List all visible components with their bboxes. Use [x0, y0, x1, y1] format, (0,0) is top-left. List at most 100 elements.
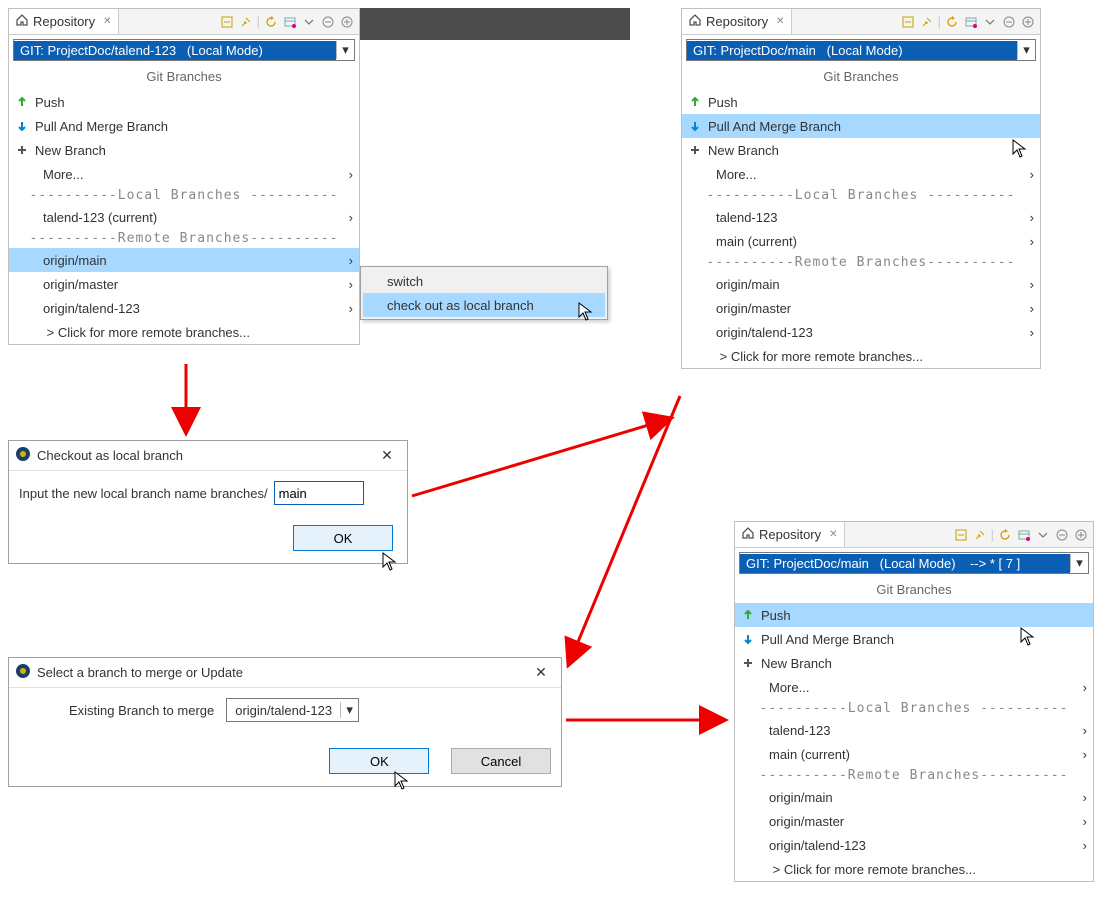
more-remote-branches[interactable]: > Click for more remote branches...: [735, 857, 1093, 881]
home-icon: [688, 13, 702, 30]
tab-bar: Repository ✕ |: [682, 9, 1040, 35]
chevron-right-icon: ›: [1083, 790, 1087, 805]
branch-name-input[interactable]: [274, 481, 364, 505]
local-branch-item[interactable]: main (current)›: [682, 229, 1040, 253]
submenu-switch[interactable]: switch: [363, 269, 605, 293]
remote-branch-item[interactable]: origin/master›: [735, 809, 1093, 833]
repository-tab[interactable]: Repository ✕: [682, 9, 792, 34]
local-branch-item[interactable]: talend-123 (current) ›: [9, 205, 359, 229]
repository-panel-2: Repository ✕ | GIT: ProjectDoc/main (Loc…: [681, 8, 1041, 369]
chevron-down-icon[interactable]: ▾: [1070, 554, 1088, 572]
local-branch-item[interactable]: main (current)›: [735, 742, 1093, 766]
list-icon[interactable]: [1016, 527, 1032, 543]
new-branch-action[interactable]: New Branch: [682, 138, 1040, 162]
push-action[interactable]: Push: [9, 90, 359, 114]
branch-select[interactable]: origin/talend-123 ▾: [226, 698, 359, 722]
cancel-button[interactable]: Cancel: [451, 748, 551, 774]
branch-label: origin/talend-123: [769, 838, 1077, 853]
repository-panel-1: Repository ✕ | GIT: ProjectDoc/talend-12…: [8, 8, 360, 345]
app-icon: [15, 663, 31, 682]
home-icon: [741, 526, 755, 543]
maximize-icon[interactable]: [339, 14, 355, 30]
collapse-icon[interactable]: [219, 14, 235, 30]
more-label: More...: [716, 167, 1024, 182]
remote-branch-item[interactable]: origin/talend-123›: [682, 320, 1040, 344]
more-action[interactable]: More... ›: [735, 675, 1093, 699]
local-branch-item[interactable]: talend-123›: [682, 205, 1040, 229]
more-action[interactable]: More... ›: [682, 162, 1040, 186]
link-icon[interactable]: [919, 14, 935, 30]
repository-tab[interactable]: Repository ✕: [9, 9, 119, 34]
close-icon[interactable]: ✕: [373, 447, 401, 464]
link-icon[interactable]: [972, 527, 988, 543]
refresh-icon[interactable]: [997, 527, 1013, 543]
submenu-checkout-label: check out as local branch: [387, 298, 534, 313]
new-branch-action[interactable]: New Branch: [735, 651, 1093, 675]
minimize-icon[interactable]: [320, 14, 336, 30]
repository-panel-3: Repository ✕ | GIT: ProjectDoc/main (Loc…: [734, 521, 1094, 882]
project-selector[interactable]: GIT: ProjectDoc/main (Local Mode) --> * …: [739, 552, 1089, 574]
collapse-icon[interactable]: [900, 14, 916, 30]
refresh-icon[interactable]: [263, 14, 279, 30]
ok-button[interactable]: OK: [293, 525, 393, 551]
branch-label: origin/main: [716, 277, 1024, 292]
close-icon[interactable]: ✕: [772, 16, 784, 27]
remote-branches-separator: ----------Remote Branches----------: [9, 229, 359, 248]
pull-action[interactable]: Pull And Merge Branch: [9, 114, 359, 138]
more-label: More...: [769, 680, 1077, 695]
refresh-icon[interactable]: [944, 14, 960, 30]
more-remote-branches[interactable]: > Click for more remote branches...: [682, 344, 1040, 368]
branch-label: origin/talend-123: [716, 325, 1024, 340]
repository-tab[interactable]: Repository ✕: [735, 522, 845, 547]
collapse-icon[interactable]: [953, 527, 969, 543]
chevron-right-icon: ›: [1083, 723, 1087, 738]
remote-branch-item[interactable]: origin/main›: [735, 785, 1093, 809]
more-remote-branches[interactable]: > Click for more remote branches...: [9, 320, 359, 344]
close-icon[interactable]: ✕: [99, 16, 111, 27]
arrow-down-icon: [688, 119, 702, 133]
push-action[interactable]: Push: [682, 90, 1040, 114]
new-branch-action[interactable]: New Branch: [9, 138, 359, 162]
arrow-down-icon: [741, 632, 755, 646]
list-icon[interactable]: [282, 14, 298, 30]
list-icon[interactable]: [963, 14, 979, 30]
chevron-down-icon[interactable]: [982, 14, 998, 30]
chevron-down-icon[interactable]: ▾: [336, 41, 354, 59]
maximize-icon[interactable]: [1020, 14, 1036, 30]
remote-branch-item[interactable]: origin/main ›: [9, 248, 359, 272]
remote-branch-item[interactable]: origin/main ›: [682, 272, 1040, 296]
chevron-right-icon: ›: [1030, 277, 1034, 292]
remote-branch-item[interactable]: origin/talend-123 ›: [735, 833, 1093, 857]
maximize-icon[interactable]: [1073, 527, 1089, 543]
chevron-right-icon: ›: [1083, 838, 1087, 853]
toolbar: |: [900, 9, 1040, 34]
dialog-title: Checkout as local branch: [37, 448, 183, 463]
chevron-right-icon: ›: [349, 301, 353, 316]
dialog-title: Select a branch to merge or Update: [37, 665, 243, 680]
remote-branch-item[interactable]: origin/talend-123 ›: [9, 296, 359, 320]
close-icon[interactable]: ✕: [527, 664, 555, 681]
more-label: More...: [43, 167, 343, 182]
remote-branch-item[interactable]: origin/master ›: [9, 272, 359, 296]
project-selector[interactable]: GIT: ProjectDoc/main (Local Mode) ▾: [686, 39, 1036, 61]
chevron-down-icon[interactable]: [301, 14, 317, 30]
submenu-checkout[interactable]: check out as local branch: [363, 293, 605, 317]
local-branch-item[interactable]: talend-123›: [735, 718, 1093, 742]
chevron-down-icon[interactable]: ▾: [1017, 41, 1035, 59]
chevron-down-icon[interactable]: [1035, 527, 1051, 543]
branch-label: origin/master: [716, 301, 1024, 316]
minimize-icon[interactable]: [1054, 527, 1070, 543]
more-action[interactable]: More... ›: [9, 162, 359, 186]
pull-action[interactable]: Pull And Merge Branch: [735, 627, 1093, 651]
pull-action[interactable]: Pull And Merge Branch: [682, 114, 1040, 138]
branch-label: origin/master: [43, 277, 343, 292]
ok-button[interactable]: OK: [329, 748, 429, 774]
link-icon[interactable]: [238, 14, 254, 30]
minimize-icon[interactable]: [1001, 14, 1017, 30]
push-action[interactable]: Push: [735, 603, 1093, 627]
close-icon[interactable]: ✕: [825, 529, 837, 540]
remote-branch-item[interactable]: origin/master›: [682, 296, 1040, 320]
dialog-title-bar: Checkout as local branch ✕: [9, 441, 407, 471]
arrow-up-icon: [741, 608, 755, 622]
project-selector[interactable]: GIT: ProjectDoc/talend-123 (Local Mode) …: [13, 39, 355, 61]
